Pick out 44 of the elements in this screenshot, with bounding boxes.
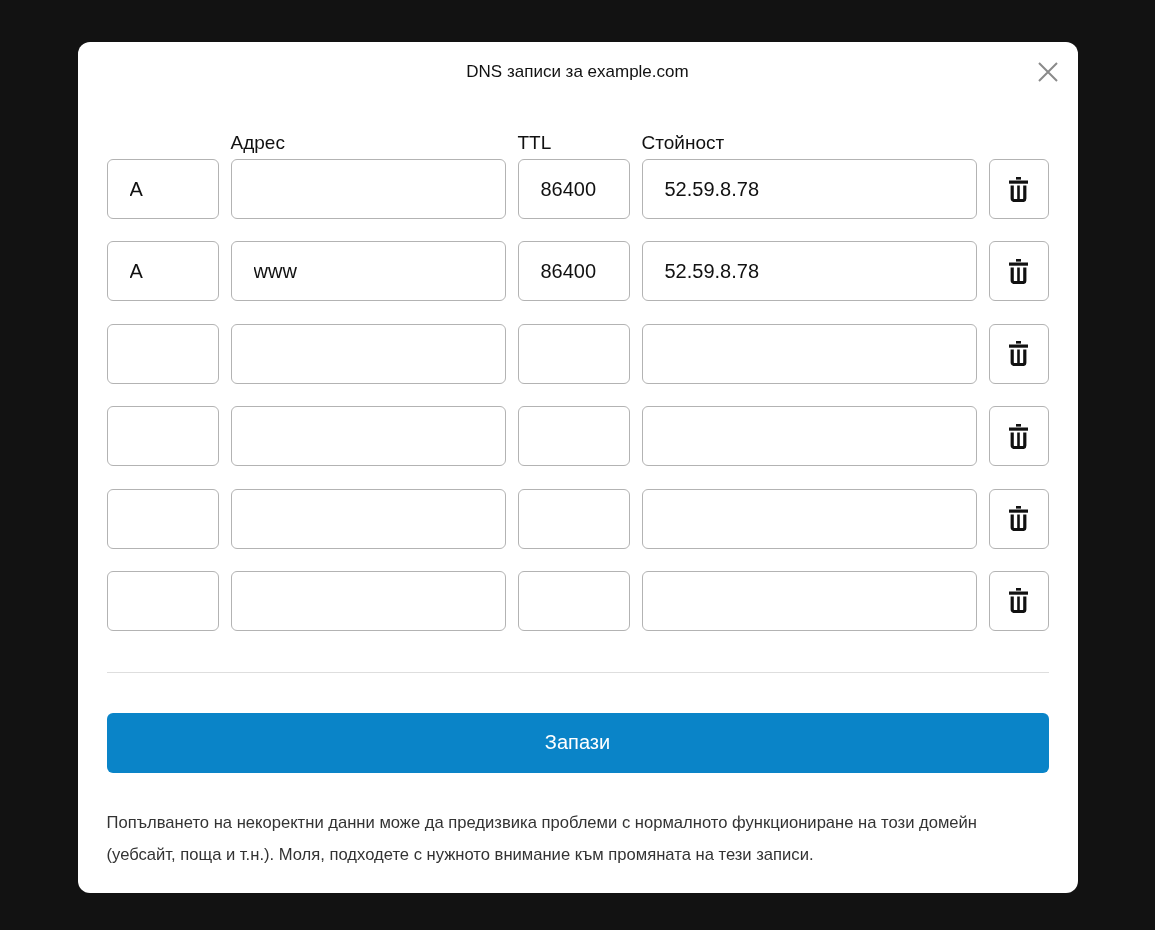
delete-button[interactable]	[988, 323, 1049, 384]
text-field[interactable]	[106, 488, 219, 549]
address-field[interactable]: www	[230, 241, 506, 302]
trash-icon	[1009, 506, 1028, 532]
ttl-field[interactable]: 86400	[517, 159, 630, 219]
value-field[interactable]	[641, 406, 977, 467]
value-field[interactable]	[641, 570, 977, 631]
value-field[interactable]	[641, 323, 977, 384]
ttl-field[interactable]	[517, 406, 630, 467]
trash-icon	[1009, 423, 1028, 449]
delete-button[interactable]	[988, 241, 1049, 302]
address-field[interactable]	[230, 159, 506, 219]
value-field[interactable]: 52.59.8.78	[641, 241, 977, 302]
delete-button[interactable]	[988, 488, 1049, 549]
value-field[interactable]	[641, 488, 977, 549]
warning-note: Попълването на некоректни данни може да предизвика проблеми с нормалното функциониране на този домейн (уебсайт, поща и т.н.). Моля, подходете с нужното внимание към промяната на тези записи.	[106, 811, 978, 866]
trash-icon	[1009, 258, 1028, 284]
address-field[interactable]	[230, 323, 506, 384]
trash-icon	[1009, 341, 1028, 367]
ttl-field[interactable]	[517, 323, 630, 384]
text-field[interactable]: A	[106, 159, 219, 219]
text-field[interactable]: A	[106, 241, 219, 302]
text-field[interactable]	[106, 406, 219, 467]
close-button[interactable]	[1037, 62, 1058, 82]
trash-icon	[1009, 588, 1028, 614]
text-field[interactable]	[106, 570, 219, 631]
ttl-field[interactable]	[517, 570, 630, 631]
delete-button[interactable]	[988, 159, 1049, 219]
column-label: Адрес	[230, 132, 286, 154]
column-label: Стойност	[641, 132, 726, 154]
dialog-title: DNS записи за example.com	[466, 62, 689, 82]
ttl-field[interactable]	[517, 488, 630, 549]
address-field[interactable]	[230, 570, 506, 631]
save-button[interactable]: Запази	[106, 712, 1049, 773]
address-field[interactable]	[230, 406, 506, 467]
address-field[interactable]	[230, 488, 506, 549]
ttl-field[interactable]: 86400	[517, 241, 630, 302]
column-label: TTL	[517, 132, 553, 154]
delete-button[interactable]	[988, 406, 1049, 467]
close-icon	[1037, 62, 1058, 82]
trash-icon	[1009, 176, 1028, 202]
value-field[interactable]: 52.59.8.78	[641, 159, 977, 219]
text-field[interactable]	[106, 323, 219, 384]
delete-button[interactable]	[988, 570, 1049, 631]
